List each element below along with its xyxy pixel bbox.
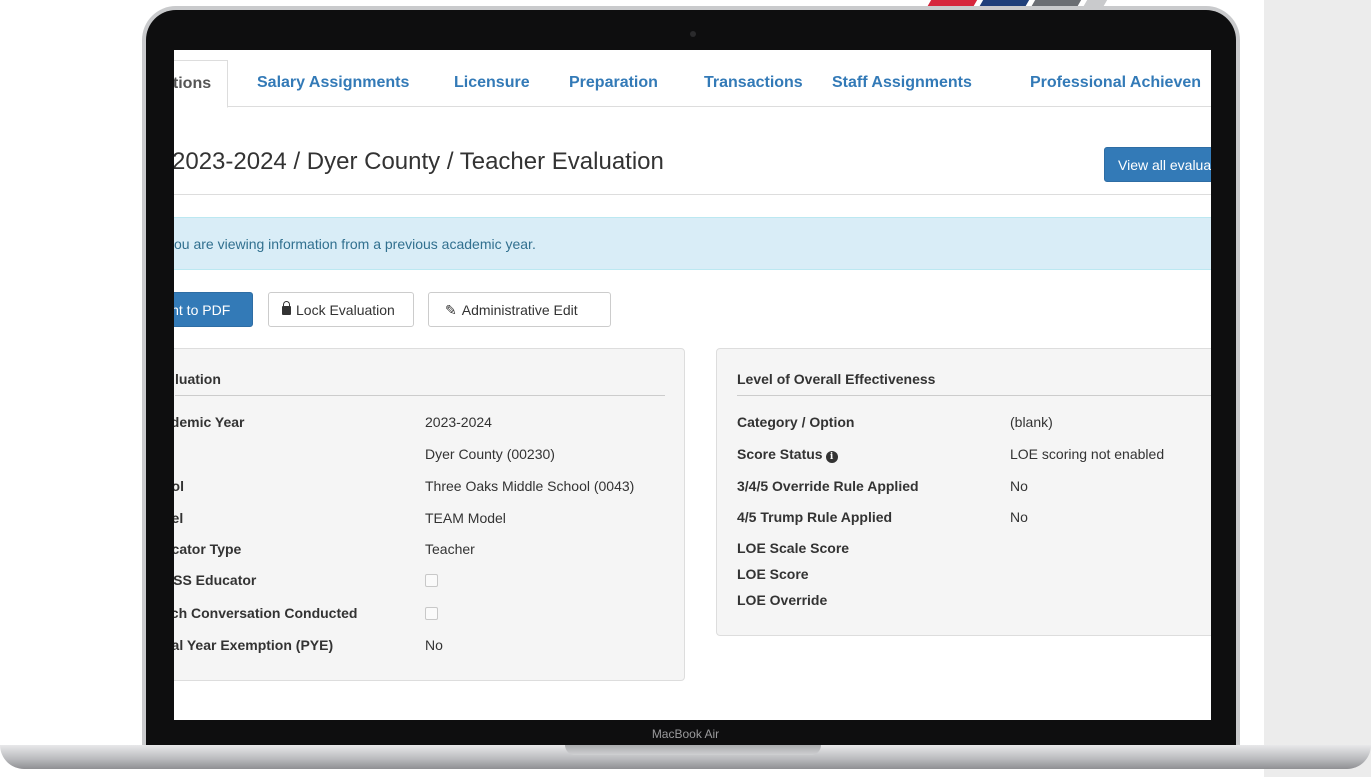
- right-gray-panel: [1264, 0, 1371, 777]
- tab-evaluations[interactable]: ations: [174, 60, 229, 108]
- evaluation-panel: luation ademic Year 2023-2024 A Dyer Cou…: [174, 348, 685, 681]
- page-background: MacBook Air ations Salary Assignments Li…: [0, 0, 1371, 777]
- educator-type-label: ucator Type: [174, 541, 242, 557]
- camera-icon: [690, 31, 696, 37]
- override-rule-value: No: [1010, 478, 1028, 494]
- tab-licensure[interactable]: Licensure: [454, 74, 530, 92]
- page-title: 2023-2024 / Dyer County / Teacher Evalua…: [174, 148, 664, 175]
- model-label: del: [174, 510, 184, 526]
- trump-rule-value: No: [1010, 509, 1028, 525]
- tab-professional-achievements[interactable]: Professional Achieven: [1030, 74, 1201, 92]
- tab-staff-assignments[interactable]: Staff Assignments: [832, 74, 972, 92]
- tab-transactions[interactable]: Transactions: [704, 74, 803, 92]
- educator-type-value: Teacher: [425, 541, 475, 557]
- academic-year-value: 2023-2024: [425, 414, 492, 430]
- loe-panel-divider: [737, 395, 1211, 396]
- print-to-pdf-button[interactable]: int to PDF: [174, 292, 253, 327]
- loe-score-label: LOE Score: [737, 566, 809, 582]
- score-status-label: Score Status i: [737, 446, 838, 463]
- info-icon[interactable]: i: [825, 451, 838, 463]
- coach-conversation-checkbox[interactable]: [425, 607, 438, 620]
- score-status-text: Score Status: [737, 446, 823, 462]
- school-value: Three Oaks Middle School (0043): [425, 478, 635, 494]
- device-label: MacBook Air: [651, 727, 720, 741]
- edit-icon: ✎: [445, 302, 457, 318]
- category-option-label: Category / Option: [737, 414, 855, 430]
- category-option-value: (blank): [1010, 414, 1053, 430]
- class-educator-checkbox[interactable]: [425, 574, 438, 587]
- tab-bar: ations Salary Assignments Licensure Prep…: [174, 50, 1211, 108]
- loe-panel-heading: Level of Overall Effectiveness: [737, 371, 936, 387]
- evaluation-panel-heading: luation: [175, 371, 221, 387]
- loe-override-label: LOE Override: [737, 592, 828, 608]
- lea-value: Dyer County (00230): [425, 446, 555, 462]
- school-label: ool: [174, 478, 184, 494]
- score-status-value: LOE scoring not enabled: [1010, 446, 1165, 462]
- administrative-edit-label: Administrative Edit: [461, 302, 578, 318]
- coach-conversation-label: ach Conversation Conducted: [174, 605, 358, 621]
- lock-icon: [282, 301, 291, 315]
- class-educator-label: ASS Educator: [174, 572, 257, 588]
- loe-panel: Level of Overall Effectiveness Category …: [716, 348, 1211, 636]
- model-value: TEAM Model: [425, 510, 506, 526]
- tab-salary-assignments[interactable]: Salary Assignments: [257, 74, 409, 92]
- override-rule-label: 3/4/5 Override Rule Applied: [737, 478, 919, 494]
- academic-year-label: ademic Year: [174, 414, 245, 430]
- loe-scale-score-label: LOE Scale Score: [737, 540, 850, 556]
- pye-label: tial Year Exemption (PYE): [174, 637, 334, 653]
- trump-rule-label: 4/5 Trump Rule Applied: [737, 509, 893, 525]
- laptop-base-notch: [565, 745, 821, 755]
- administrative-edit-button[interactable]: ✎ Administrative Edit: [428, 292, 611, 327]
- alert-text: ou are viewing information from a previo…: [174, 236, 536, 252]
- tab-preparation[interactable]: Preparation: [569, 74, 658, 92]
- print-to-pdf-label: int to PDF: [174, 302, 231, 318]
- pye-value: No: [425, 637, 443, 653]
- previous-year-alert: ou are viewing information from a previo…: [174, 217, 1211, 270]
- evaluation-panel-divider: [175, 395, 665, 396]
- view-all-evaluations-button[interactable]: View all evalua: [1104, 147, 1211, 182]
- laptop-screen: ations Salary Assignments Licensure Prep…: [174, 50, 1211, 720]
- lock-evaluation-label: Lock Evaluation: [296, 302, 395, 318]
- title-divider: [174, 194, 1211, 195]
- lock-evaluation-button[interactable]: Lock Evaluation: [268, 292, 414, 327]
